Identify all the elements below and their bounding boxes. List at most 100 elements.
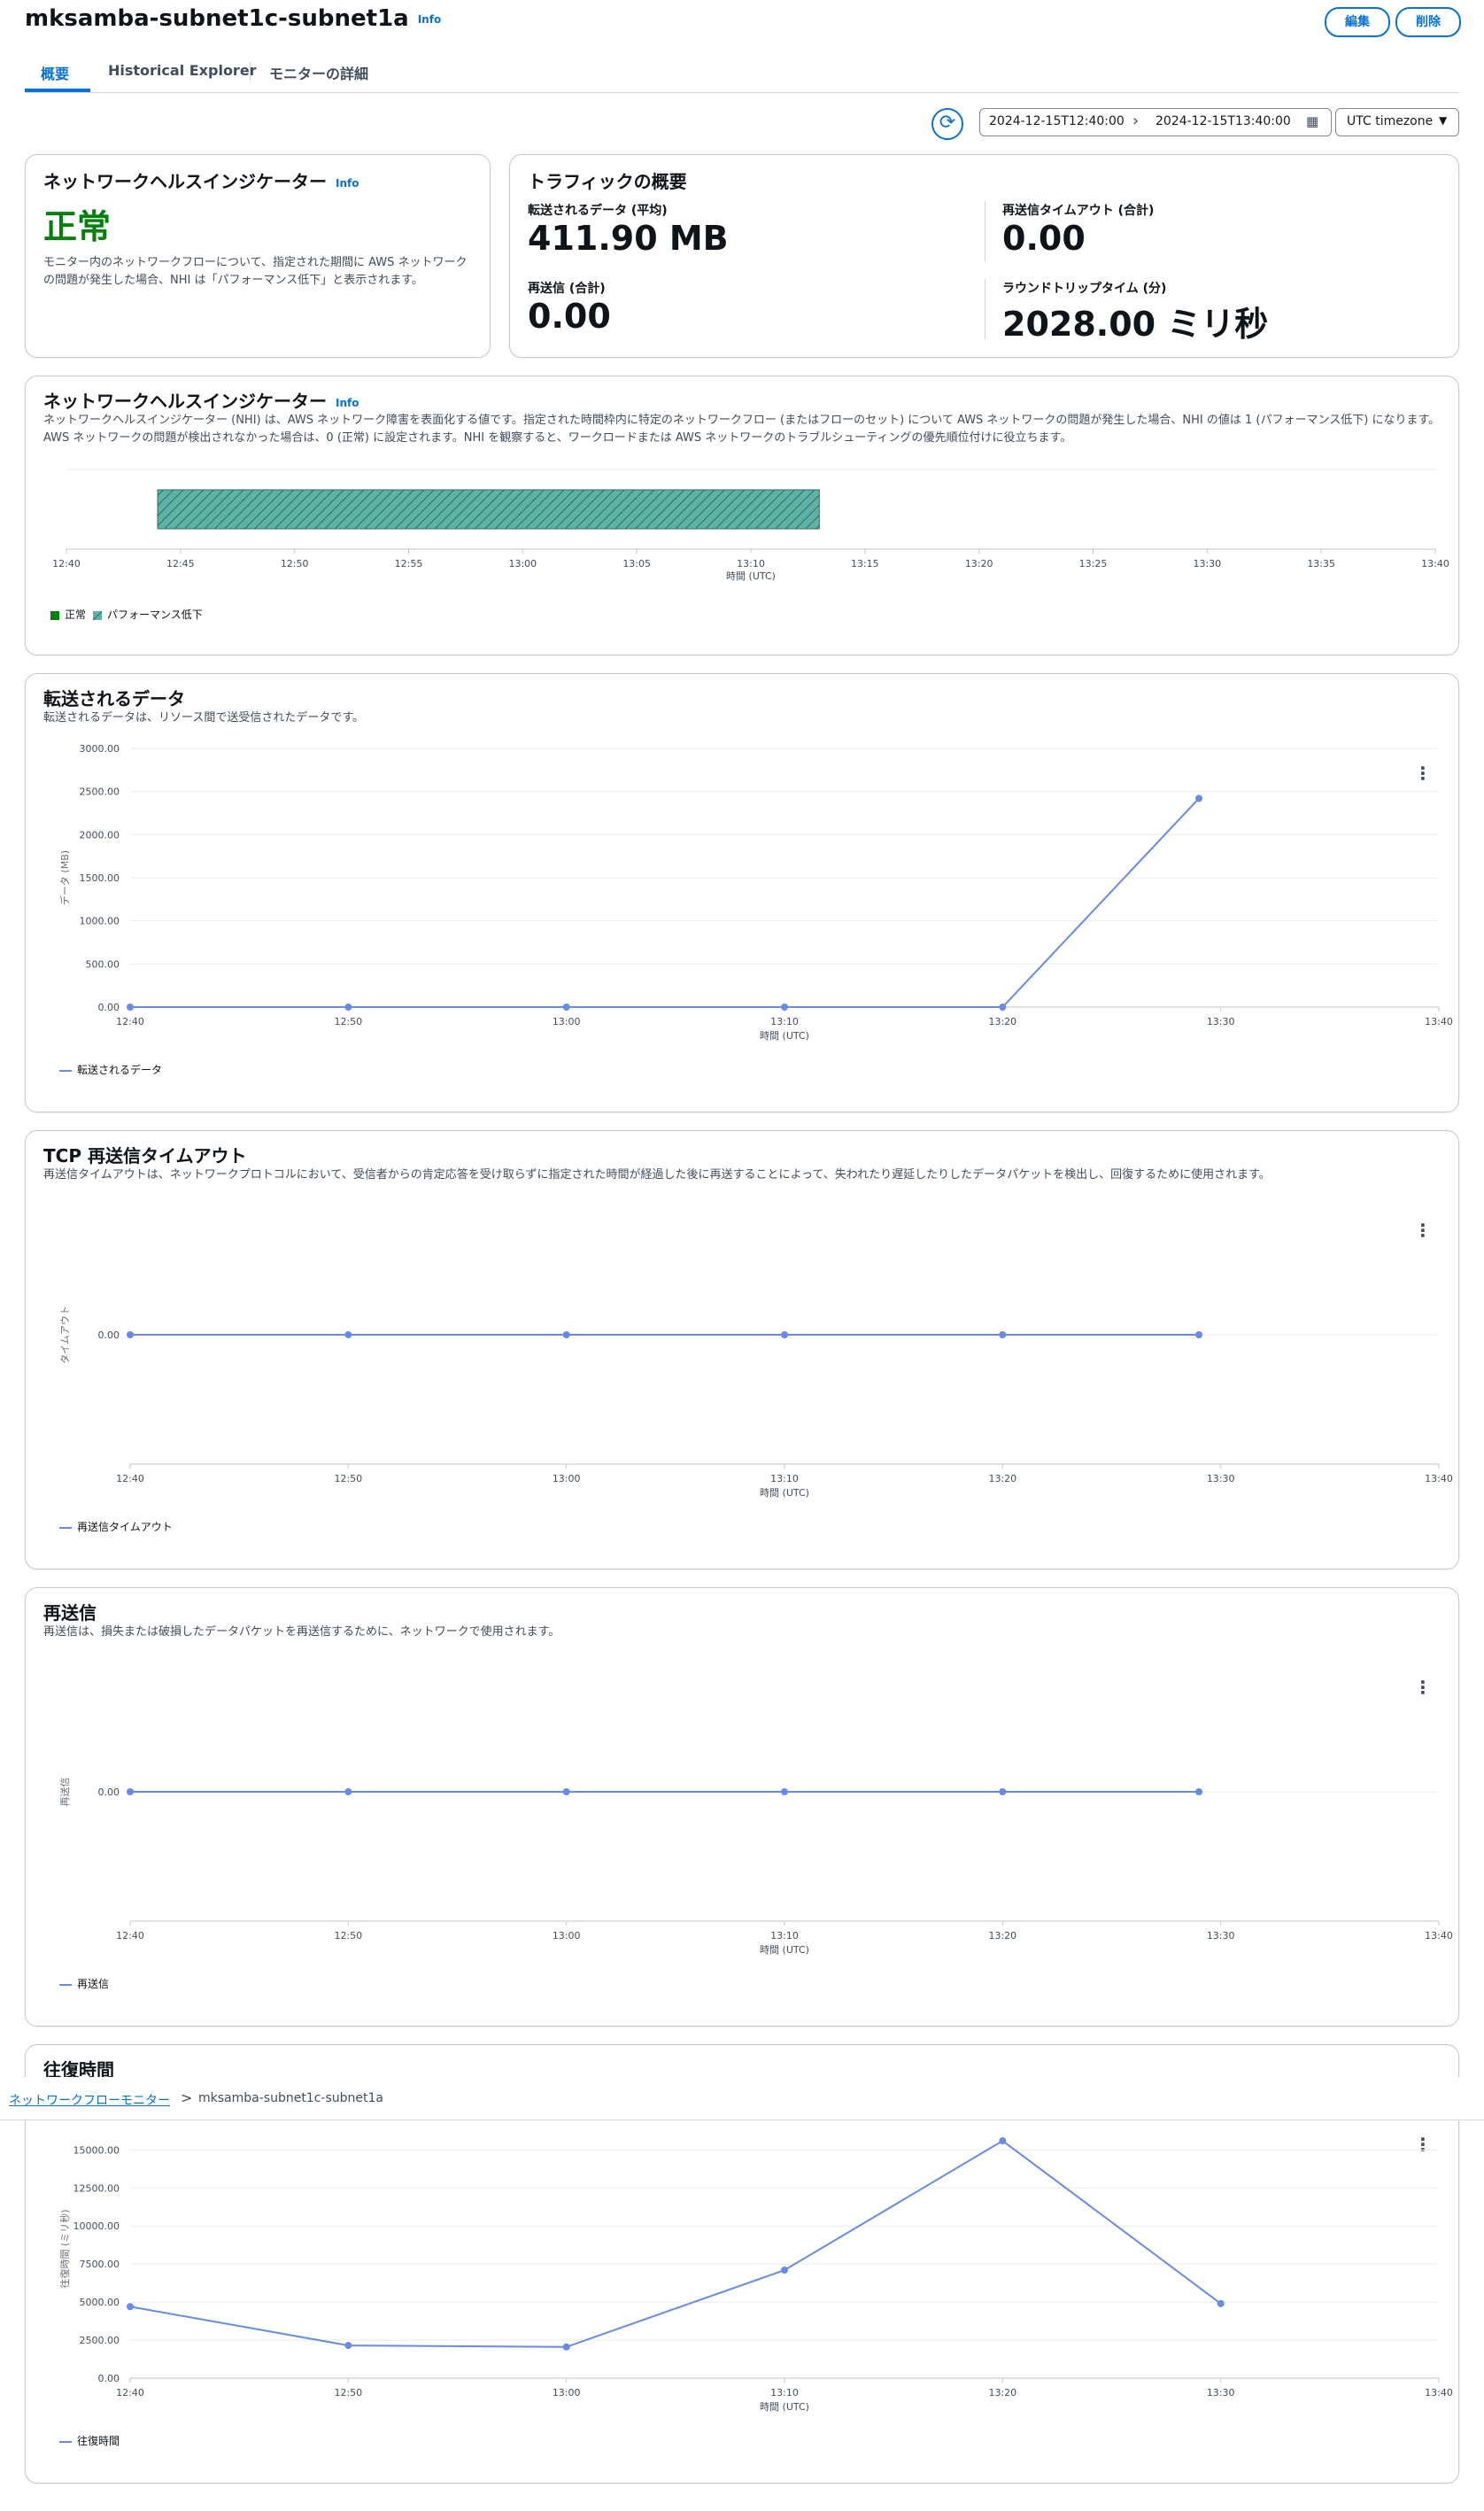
active-tab-indicator — [25, 89, 90, 92]
data-point — [999, 1004, 1007, 1011]
tab-overview[interactable]: 概要 — [41, 62, 69, 83]
edit-button[interactable]: 編集 — [1325, 7, 1390, 37]
x-tick-label: 13:20 — [988, 1016, 1016, 1027]
metric-label: 再送信タイムアウト (合計) — [1002, 204, 1155, 218]
data-point — [781, 2267, 788, 2275]
x-tick-label: 12:45 — [166, 558, 195, 570]
x-tick-label: 13:40 — [1425, 1473, 1453, 1484]
series-line — [129, 2139, 1222, 2348]
breadcrumb-parent-link[interactable]: ネットワークフローモニター — [9, 2091, 170, 2109]
x-tick-label: 12:40 — [116, 1016, 144, 1027]
data-point — [344, 2342, 352, 2350]
legend-degraded-marker — [93, 611, 102, 620]
nhi-status-value: 正常 — [43, 207, 112, 246]
x-tick-label: 12:50 — [334, 2387, 362, 2399]
legend-swatch — [59, 1069, 72, 1072]
chevron-right-icon: › — [1132, 112, 1140, 130]
x-tick-label: 13:20 — [988, 1473, 1016, 1484]
y-tick-label: 1000.00 — [80, 916, 120, 927]
x-tick-label: 13:40 — [1425, 1016, 1453, 1027]
y-axis-label: タイムアウト — [59, 1306, 71, 1364]
nhi-status-description: モニター内のネットワークフローについて、指定された期間に AWS ネットワークの… — [43, 256, 468, 287]
refresh-icon[interactable]: ⟳ — [931, 108, 963, 140]
data-point — [127, 1331, 134, 1338]
data-point — [999, 1788, 1007, 1795]
x-tick-label: 13:25 — [1079, 558, 1108, 570]
y-axis-label: データ (MB) — [58, 850, 71, 905]
legend-normal: 正常 — [65, 608, 87, 621]
info-link[interactable]: Info — [418, 13, 441, 26]
x-tick-label: 13:00 — [508, 558, 537, 570]
series-line — [130, 797, 1200, 1008]
date-range-picker[interactable]: 2024-12-15T12:40:00 › 2024-12-15T13:40:0… — [979, 108, 1332, 136]
y-axis-label: 往復時間 (ミリ秒) — [58, 2209, 71, 2288]
y-tick-label: 3000.00 — [80, 743, 120, 755]
data-point — [999, 1331, 1007, 1338]
x-axis-label: 時間 (UTC) — [726, 570, 776, 582]
delete-button[interactable]: 削除 — [1395, 7, 1461, 37]
y-tick-label: 5000.00 — [80, 2297, 120, 2308]
breadcrumb: ネットワークフローモニター > mksamba-subnet1c-subnet1… — [0, 2077, 1484, 2120]
legend-item: 再送信タイムアウト — [59, 1519, 173, 1534]
y-axis-label: 再送信 — [58, 1778, 71, 1807]
x-tick-label: 12:50 — [281, 558, 309, 570]
x-tick-label: 13:10 — [770, 1930, 799, 1941]
data-point — [1217, 2299, 1225, 2307]
x-tick-label: 13:30 — [1207, 2387, 1235, 2399]
data-point — [1195, 1788, 1203, 1795]
legend-degraded: パフォーマンス低下 — [107, 608, 203, 621]
y-tick-label: 0.00 — [98, 1002, 120, 1013]
legend-swatch — [59, 2440, 72, 2443]
timezone-value: UTC timezone — [1347, 114, 1434, 128]
tab-divider — [250, 62, 251, 81]
x-tick-label: 13:10 — [770, 1016, 799, 1027]
data-point — [127, 2303, 134, 2311]
x-tick-label: 12:50 — [334, 1016, 362, 1027]
data-transferred-chart: 0.00 500.00 1000.00 1500.00 2000.00 2500.00 30… — [58, 743, 1453, 1042]
x-tick-label: 12:40 — [116, 2387, 144, 2399]
x-axis-label: 時間 (UTC) — [760, 1944, 809, 1956]
timezone-select[interactable]: UTC timezone ▼ — [1335, 108, 1459, 136]
data-point — [562, 2343, 570, 2351]
x-tick-label: 13:20 — [965, 558, 993, 570]
tab-monitor-details[interactable]: モニターの詳細 — [269, 62, 368, 83]
x-tick-label: 12:40 — [52, 558, 81, 570]
x-tick-label: 13:00 — [553, 1016, 581, 1027]
metric-value: 0.00 — [1002, 219, 1086, 258]
nhi-timeline-card: ネットワークヘルスインジケーター Info ネットワークヘルスインジケーター (N… — [25, 376, 1459, 655]
metric-value: 2028.00 ミリ秒 — [1002, 305, 1269, 344]
x-tick-label: 13:20 — [988, 1930, 1016, 1941]
x-tick-label: 13:10 — [770, 2387, 799, 2399]
nhi-status-card: ネットワークヘルスインジケーター Info 正常 モニター内のネットワークフローに… — [25, 154, 491, 358]
metric-value: 411.90 MB — [528, 219, 729, 258]
data-point — [344, 1004, 352, 1011]
y-tick-label: 12500.00 — [73, 2182, 120, 2194]
x-tick-label: 13:40 — [1425, 1930, 1453, 1941]
x-tick-label: 13:40 — [1425, 2387, 1453, 2399]
x-tick-label: 13:05 — [622, 558, 651, 570]
retransmissions-card: 再送信 再送信は、損失または破損したデータパケットを再送信するために、ネットワー… — [25, 1587, 1459, 2027]
retransmissions-chart: 0.00 12:40 12:50 13:00 13:10 13:20 13:30 13:40 時… — [58, 1778, 1453, 1957]
page-title: mksamba-subnet1c-subnet1a Info — [25, 5, 442, 32]
tab-historical-explorer[interactable]: Historical Explorer — [108, 62, 257, 79]
info-link[interactable]: Info — [336, 177, 359, 190]
metric-label: 再送信 (合計) — [528, 282, 606, 296]
legend-item: 転送されるデータ — [59, 1062, 162, 1077]
y-tick-label: 0.00 — [98, 1329, 120, 1341]
retransmit-timeout-card: TCP 再送信タイムアウト 再送信タイムアウトは、ネットワークプロトコルにおいて… — [25, 1130, 1459, 1569]
y-tick-label: 2500.00 — [80, 787, 120, 798]
legend-item: 再送信 — [59, 1976, 109, 1991]
data-point — [999, 2137, 1007, 2145]
traffic-title: トラフィックの概要 — [528, 171, 687, 192]
x-tick-label: 13:10 — [770, 1473, 799, 1484]
y-tick-label: 500.00 — [86, 958, 120, 970]
breadcrumb-current: mksamba-subnet1c-subnet1a — [198, 2091, 383, 2105]
calendar-icon: ▦ — [1306, 113, 1319, 129]
legend-item: 往復時間 — [59, 2433, 120, 2448]
data-point — [127, 1004, 134, 1011]
legend-swatch — [59, 1526, 72, 1529]
data-point — [562, 1004, 570, 1011]
y-tick-label: 0.00 — [98, 2373, 120, 2384]
data-point — [781, 1331, 788, 1338]
degraded-segment — [157, 489, 820, 530]
